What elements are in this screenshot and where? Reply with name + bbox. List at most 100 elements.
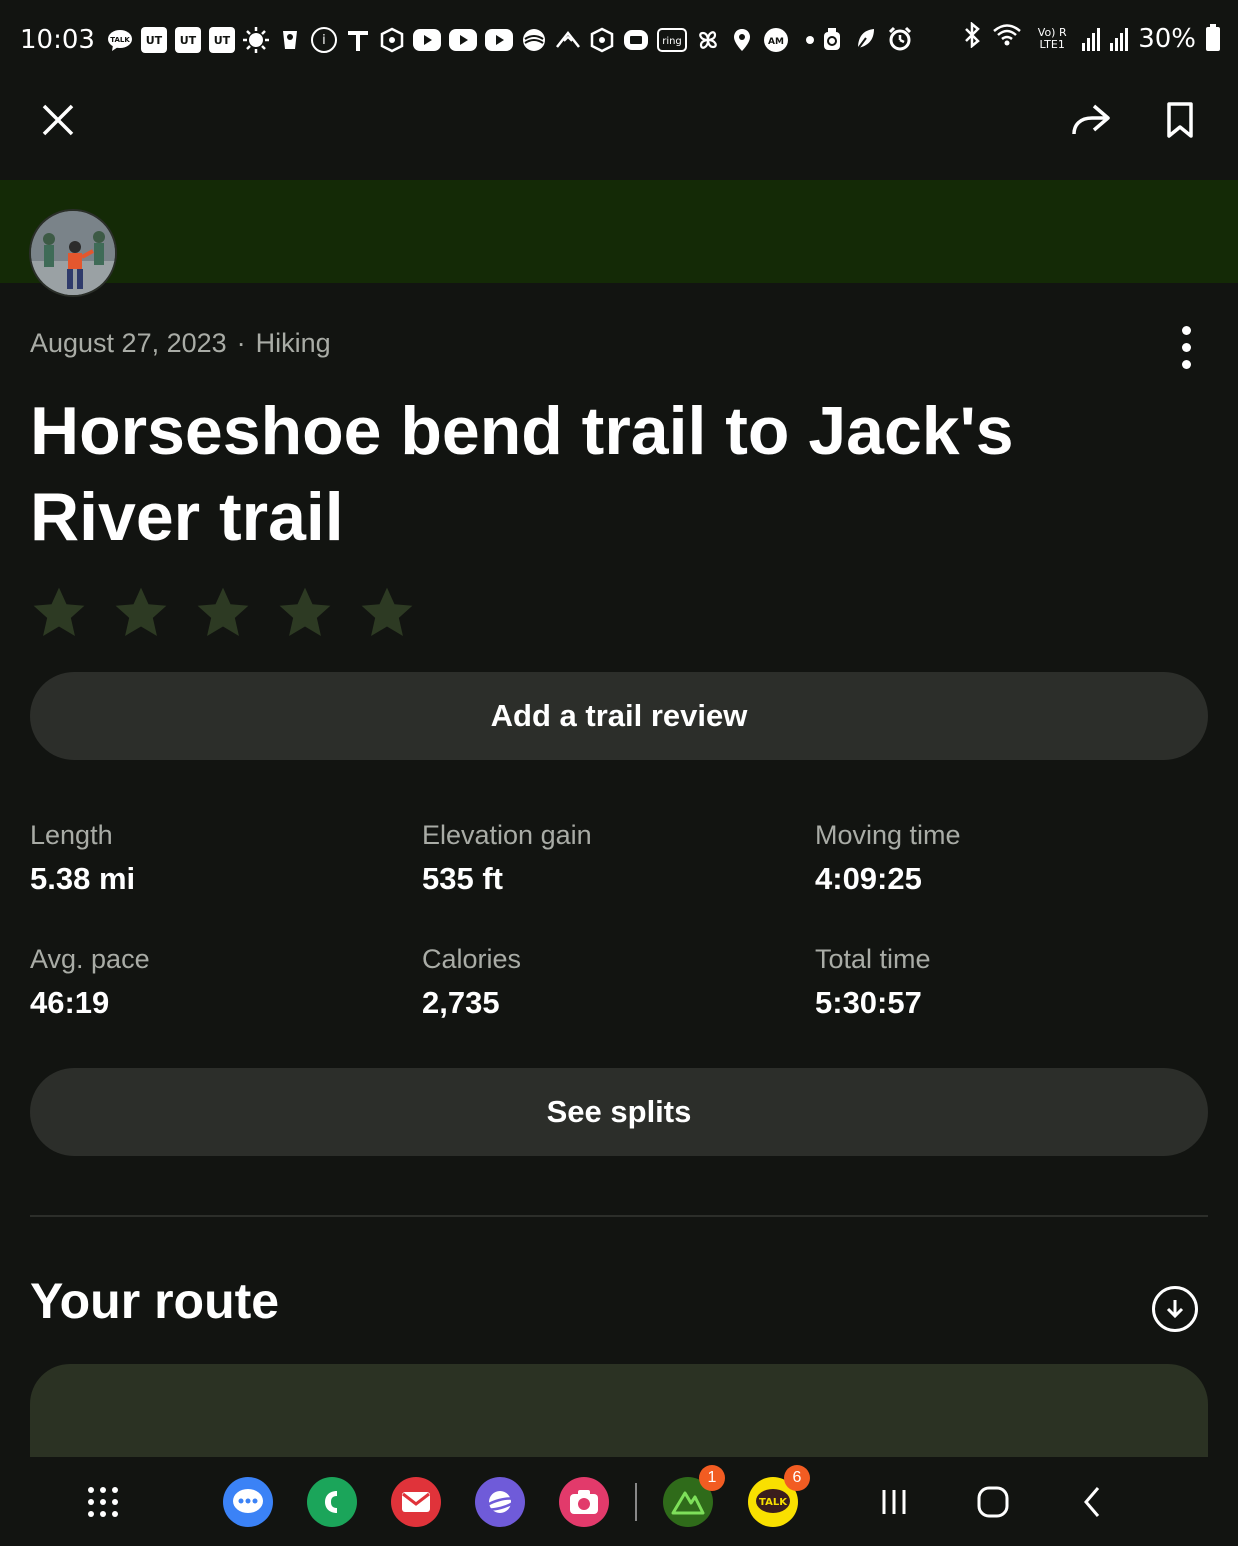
notification-icons: TALK UT UT UT i ring AM xyxy=(107,27,823,53)
bluetooth-icon xyxy=(962,21,982,55)
home-icon xyxy=(977,1486,1009,1518)
battery-icon xyxy=(1206,23,1220,51)
signal-icon xyxy=(1082,27,1101,51)
sun-icon xyxy=(242,27,269,53)
stat-elevation-gain: Elevation gain 535 ft xyxy=(422,820,802,897)
home-button[interactable] xyxy=(968,1477,1018,1527)
activity-meta: August 27, 2023 · Hiking xyxy=(30,328,331,359)
stat-value: 2,735 xyxy=(422,985,500,1020)
cup-icon xyxy=(277,27,303,53)
stat-value: 5.38 mi xyxy=(30,861,136,896)
ut-icon: UT xyxy=(140,27,167,53)
recycle-icon xyxy=(822,26,842,56)
notification-badge: 6 xyxy=(784,1465,810,1491)
phone-app[interactable] xyxy=(307,1477,357,1527)
mail-icon xyxy=(402,1492,430,1512)
stat-label: Calories xyxy=(422,944,522,974)
stat-label: Length xyxy=(30,820,113,850)
download-icon xyxy=(1166,1300,1184,1319)
header-banner xyxy=(0,180,1238,283)
status-bar: 10:03 TALK UT UT UT i ring AM Vo) R LTE1… xyxy=(0,0,1238,80)
kakaotalk-icon-label: TALK xyxy=(759,1497,788,1508)
wifi-icon xyxy=(992,22,1022,55)
avatar[interactable] xyxy=(29,209,117,297)
star-icon[interactable] xyxy=(112,584,170,642)
messages-icon xyxy=(233,1489,263,1513)
alltrails-icon xyxy=(671,1491,705,1515)
location-icon xyxy=(729,27,755,53)
notification-badge: 1 xyxy=(699,1465,725,1491)
swirl-icon xyxy=(521,27,547,53)
apps-grid-icon xyxy=(88,1487,118,1517)
am-icon: AM xyxy=(763,27,789,53)
camera-app[interactable] xyxy=(559,1477,609,1527)
more-options-button[interactable] xyxy=(1164,322,1208,372)
recents-icon xyxy=(882,1490,906,1514)
more-vert-icon xyxy=(1181,325,1191,335)
mountain-icon xyxy=(555,27,581,53)
status-mid-icons xyxy=(822,26,912,56)
hexagon-icon xyxy=(379,27,405,53)
fan-icon xyxy=(695,27,721,53)
youtube-icon xyxy=(448,29,477,51)
ut-icon: UT xyxy=(208,27,235,53)
ut-icon: UT xyxy=(174,27,201,53)
apps-grid-button[interactable] xyxy=(78,1477,128,1527)
star-icon[interactable] xyxy=(30,584,88,642)
battery-percent: 30% xyxy=(1138,23,1196,54)
stat-label: Avg. pace xyxy=(30,944,150,974)
stat-label: Moving time xyxy=(815,820,961,850)
talk-icon-label: TALK xyxy=(110,36,130,44)
bookmark-button[interactable] xyxy=(1150,90,1210,150)
rating-stars xyxy=(30,584,416,642)
kakaotalk-app[interactable]: TALK 6 xyxy=(748,1465,810,1527)
route-map-preview[interactable] xyxy=(30,1364,1208,1457)
more-notifications-dot xyxy=(797,27,823,53)
download-route-button[interactable] xyxy=(1152,1286,1198,1332)
status-time: 10:03 xyxy=(20,25,95,55)
stat-value: 46:19 xyxy=(30,985,110,1020)
internet-icon xyxy=(484,1491,516,1513)
more-vert-dot xyxy=(1181,342,1191,352)
status-right: Vo) R LTE1 30% xyxy=(962,21,1220,55)
card-icon xyxy=(623,27,649,53)
recents-button[interactable] xyxy=(869,1477,919,1527)
stat-value: 535 ft xyxy=(422,861,503,896)
alltrails-app[interactable]: 1 xyxy=(663,1465,725,1527)
alarm-icon xyxy=(888,26,912,56)
hexagon-icon xyxy=(589,27,615,53)
info-icon: i xyxy=(310,27,337,53)
stat-avg-pace: Avg. pace 46:19 xyxy=(30,944,410,1021)
ring-icon: ring xyxy=(656,27,687,53)
avatar-photo xyxy=(31,211,115,295)
youtube-icon xyxy=(412,29,441,51)
mail-app[interactable] xyxy=(391,1477,441,1527)
top-app-bar xyxy=(0,80,1238,180)
stat-label: Elevation gain xyxy=(422,820,592,850)
star-icon[interactable] xyxy=(358,584,416,642)
signal-icon xyxy=(1110,27,1129,51)
share-button[interactable] xyxy=(1060,90,1120,150)
star-icon[interactable] xyxy=(194,584,252,642)
close-icon xyxy=(42,104,74,136)
kakaotalk-icon: TALK xyxy=(756,1489,790,1513)
youtube-icon xyxy=(484,29,513,51)
phone-icon xyxy=(325,1491,337,1513)
internet-app[interactable] xyxy=(475,1477,525,1527)
close-button[interactable] xyxy=(28,90,88,150)
add-trail-review-button[interactable]: Add a trail review xyxy=(30,672,1208,760)
bookmark-icon xyxy=(1167,102,1193,138)
activity-title: Horseshoe bend trail to Jack's River tra… xyxy=(30,393,1014,555)
see-splits-button[interactable]: See splits xyxy=(30,1068,1208,1156)
leaf-icon xyxy=(854,26,876,56)
star-icon[interactable] xyxy=(276,584,334,642)
stat-value: 4:09:25 xyxy=(815,861,922,896)
messages-app[interactable] xyxy=(223,1477,273,1527)
navigation-bar: 1 TALK 6 xyxy=(0,1457,1238,1546)
stat-calories: Calories 2,735 xyxy=(422,944,802,1021)
activity-type: Hiking xyxy=(255,328,331,358)
lte-label: Vo) R LTE1 xyxy=(1037,25,1067,51)
stat-moving-time: Moving time 4:09:25 xyxy=(815,820,1195,897)
stat-label: Total time xyxy=(815,944,931,974)
back-button[interactable] xyxy=(1067,1477,1117,1527)
